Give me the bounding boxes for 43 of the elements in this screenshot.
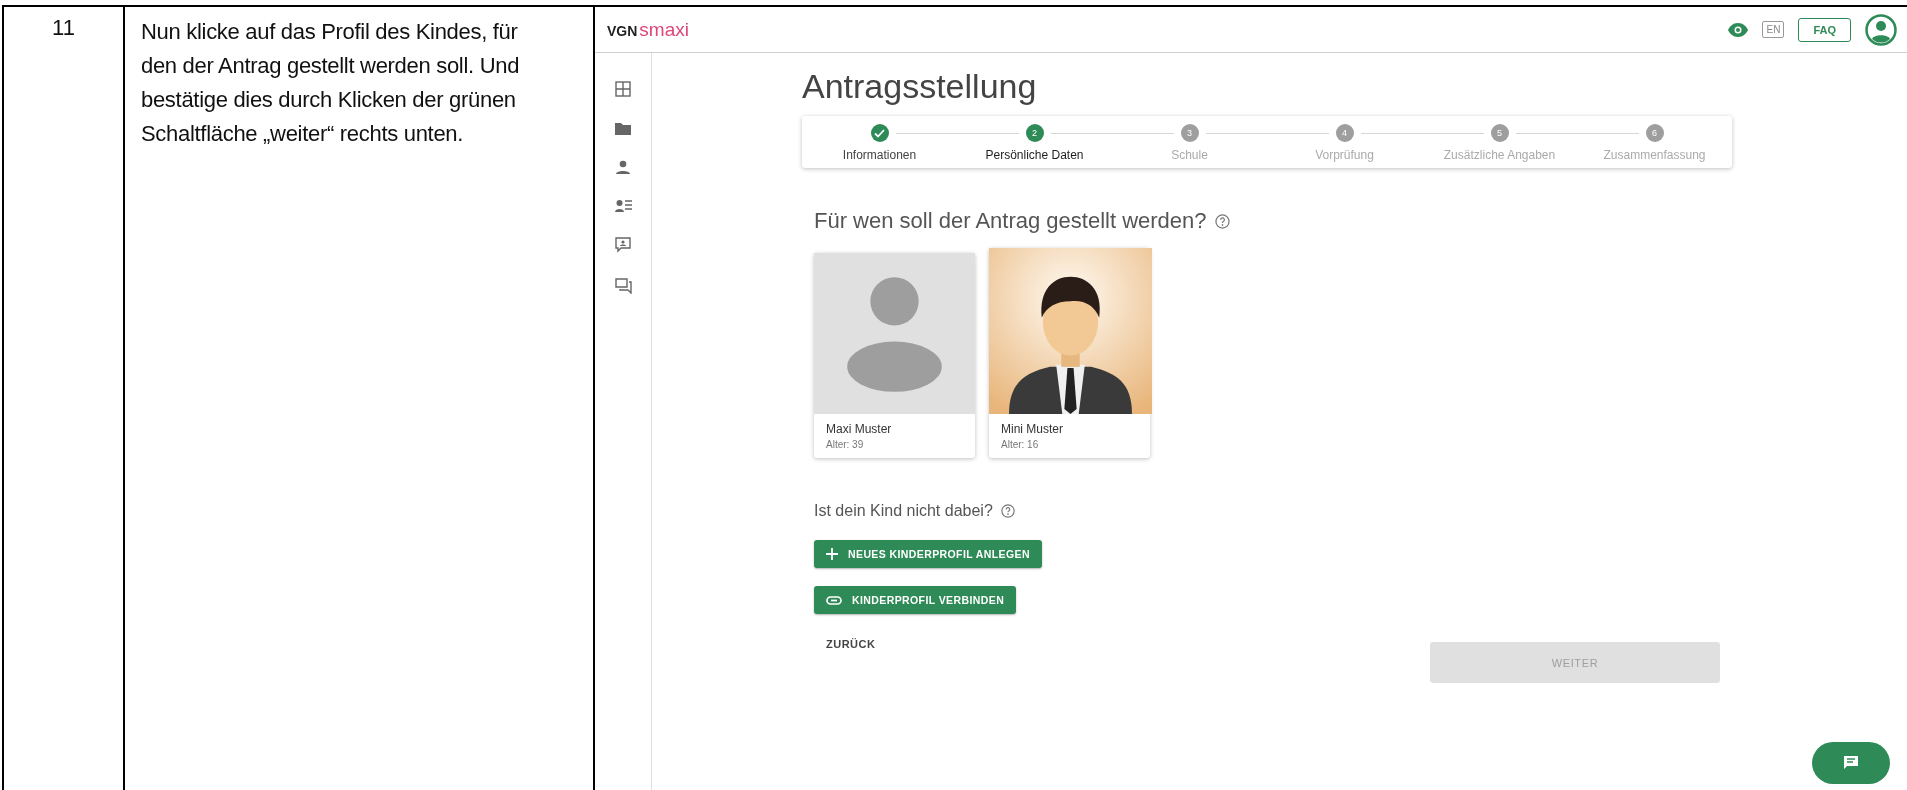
grid-icon[interactable] <box>615 81 631 97</box>
folder-icon[interactable] <box>615 122 631 135</box>
profile-age: Alter: 16 <box>1001 439 1040 450</box>
step-number: 11 <box>52 15 75 41</box>
step-marker: 6 <box>1645 124 1664 142</box>
step-marker: 4 <box>1335 124 1354 142</box>
step-marker: 5 <box>1490 124 1509 142</box>
logo: VGN smaxi <box>607 18 689 41</box>
step-label: Zusammenfassung <box>1603 148 1706 162</box>
instruction-text: Nun klicke auf das Profil des Kindes, für den der Antrag gestellt werden soll. Und bestätige dies durch Klicken der grünen Schaltfläche „weiter“ rechts unten. <box>141 18 521 148</box>
step-label: Schule <box>1171 148 1208 162</box>
person-icon[interactable] <box>616 160 630 174</box>
link-icon <box>826 595 842 605</box>
language-button[interactable]: EN <box>1762 21 1785 38</box>
step-marker: 2 <box>1025 124 1044 142</box>
step-label: Zusätzliche Angaben <box>1443 148 1556 162</box>
back-button[interactable]: ZURÜCK <box>814 634 888 654</box>
plus-icon <box>826 548 838 560</box>
page-title: Antragsstellung <box>802 67 1038 106</box>
chat-icon[interactable] <box>614 278 632 294</box>
faq-button[interactable]: FAQ <box>1798 17 1851 42</box>
eye-icon[interactable] <box>1728 22 1749 37</box>
connect-profile-button[interactable]: KINDERPROFIL VERBINDEN <box>814 586 1017 614</box>
profile-card[interactable]: Mini Muster Alter: 16 <box>989 248 1150 458</box>
account-icon[interactable] <box>1865 13 1897 46</box>
missing-child-question: Ist dein Kind nicht dabei? <box>814 502 993 520</box>
new-profile-button[interactable]: NEUES KINDERPROFIL ANLEGEN <box>814 540 1042 568</box>
question-text: Für wen soll der Antrag gestellt werden? <box>814 208 1207 234</box>
avatar-placeholder-icon <box>814 253 975 414</box>
step-label: Informationen <box>842 148 917 162</box>
chat-button[interactable] <box>1812 742 1890 784</box>
profile-card[interactable]: Maxi Muster Alter: 39 <box>814 253 975 458</box>
help-icon[interactable] <box>1214 213 1230 229</box>
profile-name: Maxi Muster <box>826 422 893 436</box>
profile-age: Alter: 39 <box>826 439 865 450</box>
help-icon[interactable] <box>1000 504 1015 518</box>
contact-list-icon[interactable] <box>614 199 632 212</box>
profile-name: Mini Muster <box>1001 422 1064 436</box>
feedback-icon[interactable] <box>615 237 631 253</box>
step-label: Persönliche Daten <box>985 148 1084 162</box>
step-label: Vorprüfung <box>1315 148 1374 162</box>
chat-bubble-icon <box>1843 755 1859 771</box>
step-marker: 3 <box>1180 124 1199 142</box>
